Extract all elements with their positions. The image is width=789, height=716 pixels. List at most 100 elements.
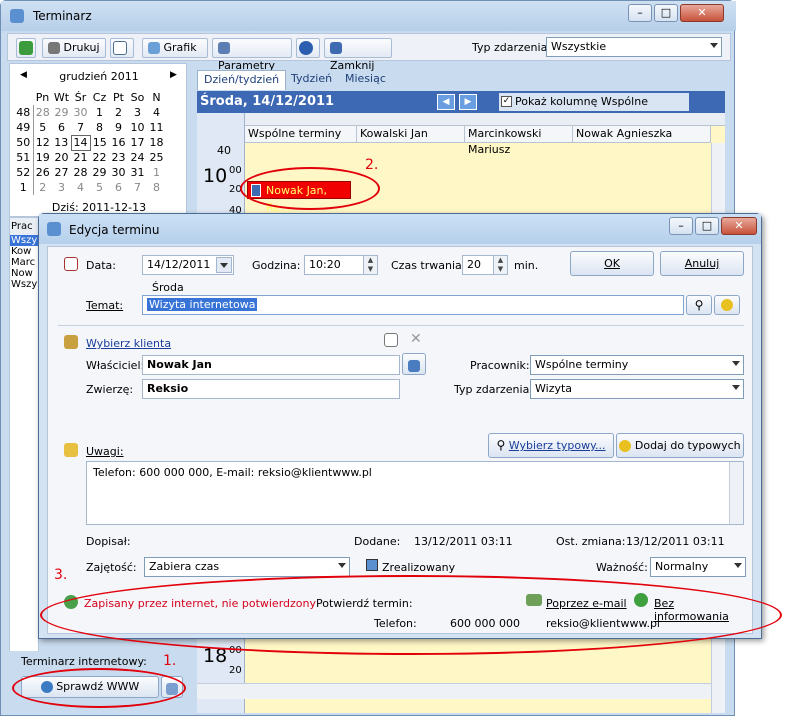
calendar-day[interactable]: 6 bbox=[52, 120, 71, 135]
calendar-day[interactable]: 30 bbox=[109, 165, 128, 180]
refresh-button[interactable] bbox=[16, 38, 36, 58]
calendar-day[interactable]: 22 bbox=[90, 150, 109, 165]
calendar-day[interactable]: 18 bbox=[147, 135, 166, 150]
calendar-day[interactable]: 8 bbox=[147, 180, 166, 195]
calendar-day[interactable]: 7 bbox=[71, 120, 90, 135]
calendar-day[interactable]: 3 bbox=[52, 180, 71, 195]
duration-spinner[interactable]: ▲ ▼ bbox=[493, 256, 507, 274]
time-spinner[interactable]: ▲ ▼ bbox=[363, 256, 377, 274]
calendar-day[interactable]: 17 bbox=[128, 135, 147, 150]
tab-week[interactable]: Tydzień bbox=[285, 70, 338, 90]
calendar-day[interactable]: 15 bbox=[90, 135, 109, 150]
calendar-day[interactable]: 5 bbox=[33, 120, 52, 135]
calendar-day[interactable]: 3 bbox=[128, 105, 147, 120]
calendar-day[interactable]: 23 bbox=[109, 150, 128, 165]
cancel-button[interactable]: Anuluj bbox=[660, 251, 744, 276]
prev-day-button[interactable]: ◀ bbox=[437, 94, 455, 110]
calendar-day[interactable]: 16 bbox=[109, 135, 128, 150]
calendar-day[interactable]: 9 bbox=[109, 120, 128, 135]
subject-input[interactable]: Wizyta internetowa bbox=[142, 295, 684, 315]
calendar-day[interactable]: 1 bbox=[90, 105, 109, 120]
tab-month[interactable]: Miesiąc bbox=[339, 70, 392, 90]
calendar-day[interactable]: 27 bbox=[52, 165, 71, 180]
date-field[interactable]: 14/12/2011 bbox=[142, 255, 234, 275]
dialog-maximize-button[interactable]: □ bbox=[695, 217, 719, 235]
tab-day-week[interactable]: Dzień/tydzień bbox=[197, 70, 287, 90]
zamknij-button[interactable]: Zamknij bbox=[324, 38, 392, 72]
clear-icon[interactable]: ✕ bbox=[410, 331, 422, 347]
duration-field[interactable]: 20 ▲ ▼ bbox=[462, 255, 508, 275]
ok-button[interactable]: OK bbox=[570, 251, 654, 276]
column-header-nowak[interactable]: Nowak Agnieszka bbox=[573, 126, 711, 143]
calendar-day[interactable]: 24 bbox=[128, 150, 147, 165]
close-button[interactable]: ✕ bbox=[680, 4, 724, 22]
subject-add-button[interactable] bbox=[714, 295, 740, 315]
calendar-day[interactable]: 1 bbox=[147, 165, 166, 180]
event-type-select[interactable]: Wizyta bbox=[530, 379, 744, 399]
calendar-day[interactable]: 11 bbox=[147, 120, 166, 135]
employee-item[interactable]: Now bbox=[10, 268, 38, 279]
calendar-day[interactable]: 4 bbox=[147, 105, 166, 120]
copy-button[interactable] bbox=[110, 38, 134, 58]
calendar-day[interactable]: 2 bbox=[109, 105, 128, 120]
employee-item[interactable]: Wszy bbox=[10, 279, 38, 290]
horizontal-scrollbar[interactable] bbox=[197, 683, 711, 699]
choose-client-link[interactable]: Wybierz klienta bbox=[86, 337, 171, 350]
calendar-day[interactable]: 28 bbox=[33, 105, 52, 120]
owner-pick-button[interactable] bbox=[402, 353, 426, 375]
calendar-day[interactable]: 20 bbox=[52, 150, 71, 165]
column-header-marcinkowski[interactable]: Marcinkowski Mariusz bbox=[465, 126, 573, 156]
calendar-day[interactable]: 19 bbox=[33, 150, 52, 165]
calendar-day[interactable]: 6 bbox=[109, 180, 128, 195]
employee-item[interactable]: Wszy bbox=[10, 235, 38, 246]
calendar-day[interactable]: 29 bbox=[52, 105, 71, 120]
calendar-day[interactable]: 26 bbox=[33, 165, 52, 180]
time-field[interactable]: 10:20 ▲ ▼ bbox=[304, 255, 378, 275]
subject-search-button[interactable]: ⚲ bbox=[686, 295, 712, 315]
calendar-day[interactable]: 8 bbox=[90, 120, 109, 135]
parametry-button[interactable]: Parametry bbox=[212, 38, 292, 72]
calendar-day[interactable]: 2 bbox=[33, 180, 52, 195]
column-header-common[interactable]: Wspólne terminy bbox=[245, 126, 357, 143]
grafik-button[interactable]: Grafik bbox=[142, 38, 208, 58]
owner-field[interactable]: Nowak Jan bbox=[142, 355, 400, 375]
add-typical-button[interactable]: Dodaj do typowych bbox=[616, 433, 744, 458]
animal-field[interactable]: Reksio bbox=[142, 379, 400, 399]
calendar-day[interactable]: 13 bbox=[52, 135, 71, 150]
help-button[interactable] bbox=[296, 38, 320, 58]
dialog-close-button[interactable]: ✕ bbox=[721, 217, 757, 235]
event-type-select[interactable]: Wszystkie bbox=[546, 37, 722, 57]
show-common-toggle[interactable]: ✓ Pokaż kolumnę Wspólne terminy bbox=[499, 93, 689, 125]
calendar-day[interactable]: 30 bbox=[71, 105, 90, 120]
calendar-day[interactable]: 25 bbox=[147, 150, 166, 165]
edit-icon[interactable] bbox=[384, 333, 398, 347]
next-month-icon[interactable]: ▶ bbox=[170, 70, 177, 80]
calendar-day[interactable]: 5 bbox=[90, 180, 109, 195]
calendar-day[interactable]: 21 bbox=[71, 150, 90, 165]
calendar-day[interactable]: 28 bbox=[71, 165, 90, 180]
calendar-day[interactable]: 12 bbox=[33, 135, 52, 150]
calendar-day[interactable]: 10 bbox=[128, 120, 147, 135]
employee-select[interactable]: Wspólne terminy bbox=[530, 355, 744, 375]
calendar-day[interactable]: 7 bbox=[128, 180, 147, 195]
realized-checkbox[interactable] bbox=[366, 559, 378, 571]
date-dropdown[interactable] bbox=[216, 257, 232, 273]
annotation-2: 2. bbox=[365, 157, 379, 173]
calendar-day[interactable]: 14 bbox=[70, 134, 91, 151]
employee-item[interactable]: Kow bbox=[10, 246, 38, 257]
print-button[interactable]: Drukuj bbox=[42, 38, 106, 58]
choose-typical-button[interactable]: ⚲ Wybierz typowy... bbox=[488, 433, 614, 458]
employee-item[interactable]: Marc bbox=[10, 257, 38, 268]
importance-select[interactable]: Normalny bbox=[650, 557, 746, 577]
minimize-button[interactable]: – bbox=[628, 4, 652, 22]
busy-select[interactable]: Zabiera czas bbox=[144, 557, 350, 577]
calendar-day[interactable]: 31 bbox=[128, 165, 147, 180]
next-day-button[interactable]: ▶ bbox=[459, 94, 477, 110]
notes-textarea[interactable]: Telefon: 600 000 000, E-mail: reksio@kli… bbox=[86, 461, 744, 525]
maximize-button[interactable]: □ bbox=[654, 4, 678, 22]
column-header-kowalski[interactable]: Kowalski Jan bbox=[357, 126, 465, 143]
calendar-day[interactable]: 29 bbox=[90, 165, 109, 180]
calendar-day[interactable]: 4 bbox=[71, 180, 90, 195]
notes-scrollbar[interactable] bbox=[729, 462, 743, 524]
dialog-minimize-button[interactable]: – bbox=[669, 217, 693, 235]
